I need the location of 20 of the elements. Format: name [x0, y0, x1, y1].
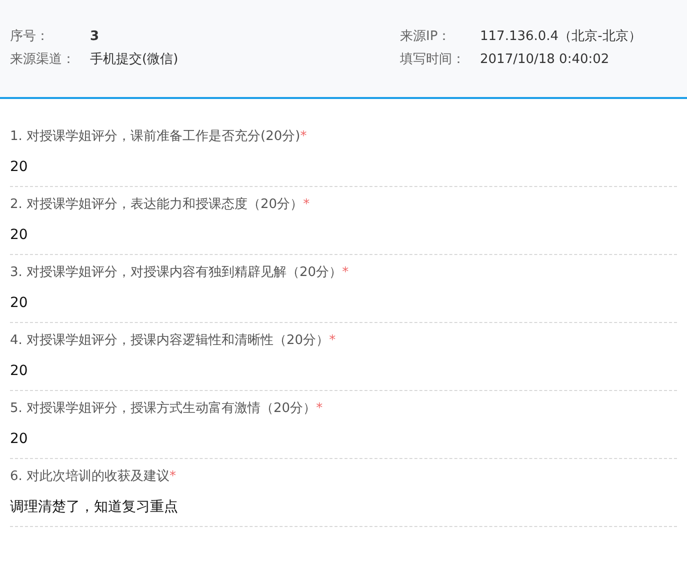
field-value: 手机提交(微信) — [90, 51, 178, 69]
field-value: 3 — [90, 28, 100, 46]
answer-text: 20 — [10, 294, 29, 313]
answer-text: 20 — [10, 430, 29, 449]
question-title: 5. 对授课学姐评分，授课方式生动富有激情（20分）* — [10, 400, 324, 418]
field-value: 2017/10/18 0:40:02 — [480, 51, 610, 69]
question-title: 6. 对此次培训的收获及建议* — [10, 468, 178, 486]
question-title: 1. 对授课学姐评分，课前准备工作是否充分(20分)* — [10, 128, 308, 146]
question-title: 4. 对授课学姐评分，授课内容逻辑性和清晰性（20分）* — [10, 332, 337, 350]
answer-text: 调理清楚了，知道复习重点 — [10, 498, 179, 517]
field-label: 序号： — [10, 28, 50, 46]
field-value: 117.136.0.4（北京-北京） — [480, 28, 642, 46]
answer-text: 20 — [10, 158, 29, 177]
field-label: 来源渠道： — [10, 51, 76, 69]
answer-text: 20 — [10, 362, 29, 381]
question-title: 3. 对授课学姐评分，对授课内容有独到精辟见解（20分）* — [10, 264, 350, 282]
field-label: 填写时间： — [400, 51, 466, 69]
field-label: 来源IP： — [400, 28, 452, 46]
answer-text: 20 — [10, 226, 29, 245]
question-title: 2. 对授课学姐评分，表达能力和授课态度（20分）* — [10, 196, 311, 214]
